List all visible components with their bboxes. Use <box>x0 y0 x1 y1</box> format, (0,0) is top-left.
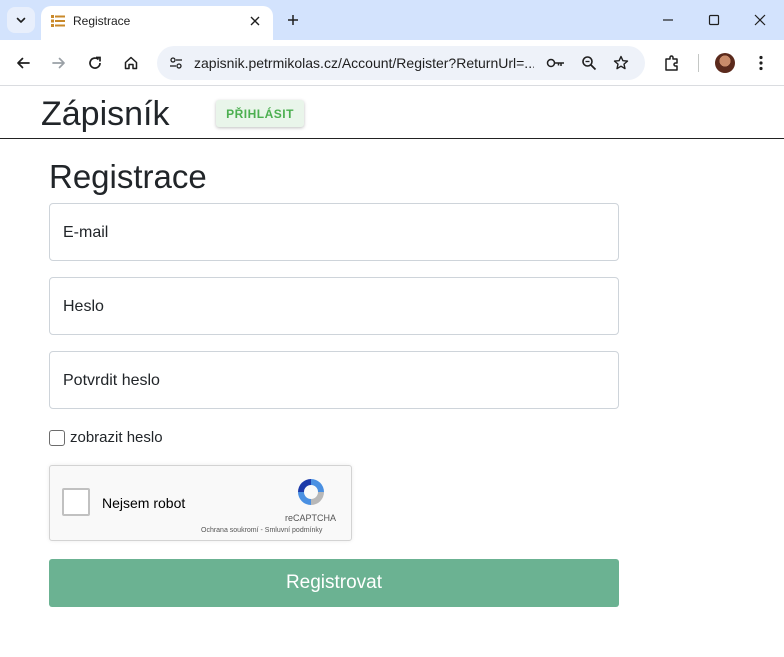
show-password-checkbox[interactable] <box>49 429 65 446</box>
browser-tab[interactable]: Registrace <box>41 6 273 40</box>
key-icon <box>546 58 564 68</box>
profile-avatar[interactable] <box>715 53 735 73</box>
minimize-icon <box>663 19 673 21</box>
recaptcha-terms-links[interactable]: Ochrana soukromí - Smluvní podmínky <box>201 527 322 534</box>
show-password-label[interactable]: zobrazit heslo <box>70 429 163 446</box>
reload-button[interactable] <box>82 50 108 76</box>
new-tab-button[interactable] <box>282 9 304 31</box>
recaptcha-logo-icon <box>298 479 324 505</box>
page-content: Zápisník PŘIHLÁSIT Registrace E-mail Hes… <box>0 87 784 657</box>
site-brand[interactable]: Zápisník <box>41 95 170 134</box>
tab-title: Registrace <box>73 14 131 28</box>
close-icon <box>754 14 766 26</box>
maximize-icon <box>708 14 720 26</box>
tune-icon <box>170 57 182 69</box>
password-field[interactable]: Heslo <box>49 277 619 335</box>
confirm-password-placeholder: Potvrdit heslo <box>63 372 160 389</box>
arrow-right-icon <box>52 57 65 69</box>
show-password-row: zobrazit heslo <box>49 429 163 446</box>
close-icon <box>250 16 260 26</box>
back-button[interactable] <box>10 50 36 76</box>
site-header: Zápisník PŘIHLÁSIT <box>0 87 784 139</box>
site-info-button[interactable] <box>164 51 188 75</box>
maximize-button[interactable] <box>700 6 728 34</box>
recaptcha-widget: Nejsem robot reCAPTCHA Ochrana soukromí … <box>49 465 352 541</box>
chevron-down-icon <box>16 17 26 23</box>
window-close-button[interactable] <box>746 6 774 34</box>
recaptcha-label: Nejsem robot <box>102 495 186 511</box>
minimize-button[interactable] <box>654 6 682 34</box>
list-favicon-icon <box>51 15 65 27</box>
register-button[interactable]: Registrovat <box>49 559 619 607</box>
toolbar-divider <box>698 54 699 72</box>
plus-icon <box>288 15 298 25</box>
home-icon <box>124 56 138 70</box>
extensions-button[interactable] <box>659 50 685 76</box>
zoom-icon <box>582 56 597 71</box>
email-field[interactable]: E-mail <box>49 203 619 261</box>
puzzle-icon <box>665 55 678 71</box>
page-title: Registrace <box>49 158 207 195</box>
star-icon <box>613 55 629 70</box>
url-text[interactable]: zapisnik.petrmikolas.cz/Account/Register… <box>194 55 534 71</box>
arrow-left-icon <box>17 57 30 69</box>
email-placeholder: E-mail <box>63 224 109 241</box>
browser-tab-bar: Registrace <box>0 0 784 40</box>
confirm-password-field[interactable]: Potvrdit heslo <box>49 351 619 409</box>
password-placeholder: Heslo <box>63 298 104 315</box>
recaptcha-brand: reCAPTCHA <box>285 513 337 523</box>
recaptcha-checkbox[interactable] <box>62 488 90 516</box>
zoom-button[interactable] <box>578 52 600 74</box>
forward-button[interactable] <box>46 50 72 76</box>
reload-icon <box>89 56 101 69</box>
tab-search-button[interactable] <box>7 7 35 33</box>
address-bar[interactable]: zapisnik.petrmikolas.cz/Account/Register… <box>157 46 645 80</box>
home-button[interactable] <box>118 50 144 76</box>
browser-toolbar: zapisnik.petrmikolas.cz/Account/Register… <box>0 40 784 86</box>
menu-button[interactable] <box>748 50 774 76</box>
login-button[interactable]: PŘIHLÁSIT <box>216 100 304 127</box>
password-key-button[interactable] <box>545 52 567 74</box>
tab-close-button[interactable] <box>246 12 264 30</box>
more-vert-icon <box>759 55 763 71</box>
bookmark-button[interactable] <box>610 52 632 74</box>
